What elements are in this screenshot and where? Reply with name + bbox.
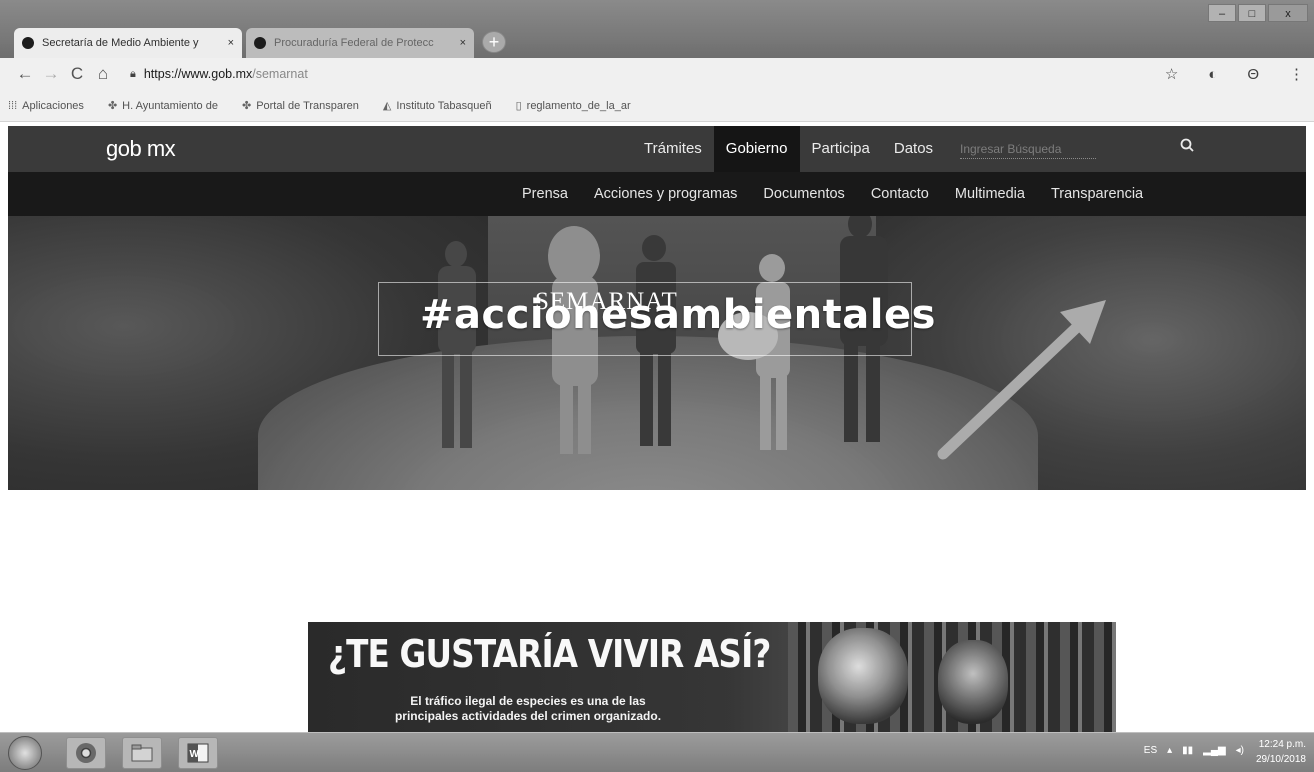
svg-text:W: W xyxy=(190,749,200,760)
chrome-icon[interactable] xyxy=(66,737,106,769)
window-controls: – □ x xyxy=(1208,4,1308,22)
top-nav: Trámites Gobierno Participa Datos xyxy=(632,126,945,172)
tab-title: Secretaría de Medio Ambiente y xyxy=(42,37,199,49)
banner-title: ¿TE GUSTARÍA VIVIR ASÍ? xyxy=(328,632,771,676)
eagle-icon: ✤ xyxy=(107,100,118,112)
banner-subtitle-line: principales actividades del crimen organ… xyxy=(394,709,662,723)
home-button[interactable]: ⌂ xyxy=(90,64,116,84)
file-explorer-icon[interactable] xyxy=(122,737,162,769)
tab-strip: Secretaría de Medio Ambiente y × Procura… xyxy=(0,0,1314,58)
subnav-contacto[interactable]: Contacto xyxy=(871,186,929,202)
address-bar[interactable]: 🔒︎ https://www.gob.mx/semarnat xyxy=(130,67,308,81)
parrot-image xyxy=(938,640,1008,724)
subnav-multimedia[interactable]: Multimedia xyxy=(955,186,1025,202)
clock-date: 29/10/2018 xyxy=(1255,754,1306,765)
url-host: https://www.gob.mx xyxy=(143,67,253,81)
subnav-documentos[interactable]: Documentos xyxy=(763,186,844,202)
bookmark-reglamento[interactable]: ▯ reglamento_de_la_ar xyxy=(515,99,631,113)
nav-gobierno[interactable]: Gobierno xyxy=(713,126,800,172)
windows-taskbar: W ES ▴ ▮▮ ▂▄▆ ◂) 12:24 p.m. 29/10/2018 xyxy=(0,732,1314,772)
clock-time: 12:24 p.m. xyxy=(1258,739,1306,750)
volume-icon[interactable]: ◂) xyxy=(1236,745,1244,756)
account-icon[interactable]: Θ xyxy=(1247,66,1259,83)
toolbar-actions: ☆ ◐ Θ ⋮ xyxy=(1165,58,1304,90)
globe-favicon-icon xyxy=(254,37,266,49)
bookmark-star-icon[interactable]: ☆ xyxy=(1165,65,1178,83)
system-clock[interactable]: 12:24 p.m. 29/10/2018 xyxy=(1256,737,1306,767)
subnav-prensa[interactable]: Prensa xyxy=(522,186,568,202)
bookmark-label: Instituto Tabasqueñ xyxy=(396,99,492,112)
close-window-button[interactable]: x xyxy=(1268,4,1308,22)
hero-banner: SEMARNAT #accionesambientales xyxy=(8,216,1306,490)
back-button[interactable]: ← xyxy=(12,64,38,84)
browser-toolbar: ← → C ⌂ 🔒︎ https://www.gob.mx/semarnat ☆… xyxy=(0,58,1314,90)
signal-icon[interactable]: ▂▄▆ xyxy=(1203,745,1225,756)
browser-window: Secretaría de Medio Ambiente y × Procura… xyxy=(0,0,1314,772)
bookmark-label: H. Ayuntamiento de xyxy=(122,99,218,112)
banner-image xyxy=(788,622,1116,732)
apps-grid-icon: ⁞⁞⁞ xyxy=(8,99,18,112)
banner-subtitle: El tráfico ilegal de especies es una de … xyxy=(378,694,678,724)
banner-subtitle-line: El tráfico ilegal de especies es una de … xyxy=(410,694,646,708)
tray-arrow-icon[interactable]: ▴ xyxy=(1167,745,1172,756)
maximize-button[interactable]: □ xyxy=(1238,4,1266,22)
nav-participa[interactable]: Participa xyxy=(800,126,882,172)
subnav-acciones[interactable]: Acciones y programas xyxy=(594,186,737,202)
menu-icon[interactable]: ⋮ xyxy=(1289,65,1304,83)
extension-icon[interactable]: ◐ xyxy=(1208,66,1217,83)
gob-mx-logo[interactable]: gob mx xyxy=(106,136,176,162)
tab-title: Procuraduría Federal de Protecc xyxy=(274,37,434,49)
bird-icon: ◭ xyxy=(382,100,392,112)
close-icon[interactable]: × xyxy=(460,37,466,49)
minimize-button[interactable]: – xyxy=(1208,4,1236,22)
bookmarks-bar: ⁞⁞⁞ Aplicaciones ✤ H. Ayuntamiento de ✤ … xyxy=(0,90,1314,122)
bookmark-label: reglamento_de_la_ar xyxy=(526,99,631,112)
lock-icon: 🔒︎ xyxy=(130,67,136,80)
network-icon[interactable]: ▮▮ xyxy=(1182,745,1193,756)
new-tab-button[interactable]: + xyxy=(482,31,506,53)
tab-profepa[interactable]: Procuraduría Federal de Protecc × xyxy=(246,28,474,58)
reload-button[interactable]: C xyxy=(64,64,90,84)
bookmark-label: Aplicaciones xyxy=(22,99,84,112)
site-header: gob mx Trámites Gobierno Participa Datos xyxy=(8,126,1306,172)
bookmark-instituto[interactable]: ◭ Instituto Tabasqueñ xyxy=(382,99,492,113)
document-icon: ▯ xyxy=(515,100,522,112)
bookmark-transparencia[interactable]: ✤ Portal de Transparen xyxy=(241,99,359,113)
word-icon[interactable]: W xyxy=(178,737,218,769)
language-indicator[interactable]: ES xyxy=(1144,745,1157,756)
forward-button[interactable]: → xyxy=(38,64,64,84)
sub-nav: Prensa Acciones y programas Documentos C… xyxy=(522,172,1143,216)
bookmark-apps[interactable]: ⁞⁞⁞ Aplicaciones xyxy=(8,100,84,112)
promo-banner[interactable]: ¿TE GUSTARÍA VIVIR ASÍ? El tráfico ilega… xyxy=(308,622,1116,732)
globe-favicon-icon xyxy=(22,37,34,49)
tab-semarnat[interactable]: Secretaría de Medio Ambiente y × xyxy=(14,28,242,58)
bookmark-label: Portal de Transparen xyxy=(256,99,359,112)
web-page: gob mx Trámites Gobierno Participa Datos… xyxy=(8,122,1306,732)
subnav-transparencia[interactable]: Transparencia xyxy=(1051,186,1143,202)
search-input[interactable] xyxy=(960,139,1096,159)
nav-datos[interactable]: Datos xyxy=(882,126,945,172)
section-nav: Prensa Acciones y programas Documentos C… xyxy=(8,172,1306,216)
system-tray: ES ▴ ▮▮ ▂▄▆ ◂) xyxy=(1144,745,1244,756)
close-icon[interactable]: × xyxy=(228,37,234,49)
bookmark-ayuntamiento[interactable]: ✤ H. Ayuntamiento de xyxy=(107,99,218,113)
annotation-arrow-icon xyxy=(937,300,1106,460)
parrot-image xyxy=(818,628,908,724)
nav-tramites[interactable]: Trámites xyxy=(632,126,714,172)
search-icon[interactable] xyxy=(1180,138,1194,156)
eagle-icon: ✤ xyxy=(241,100,252,112)
url-path: /semarnat xyxy=(252,67,308,81)
start-button[interactable] xyxy=(8,736,42,770)
